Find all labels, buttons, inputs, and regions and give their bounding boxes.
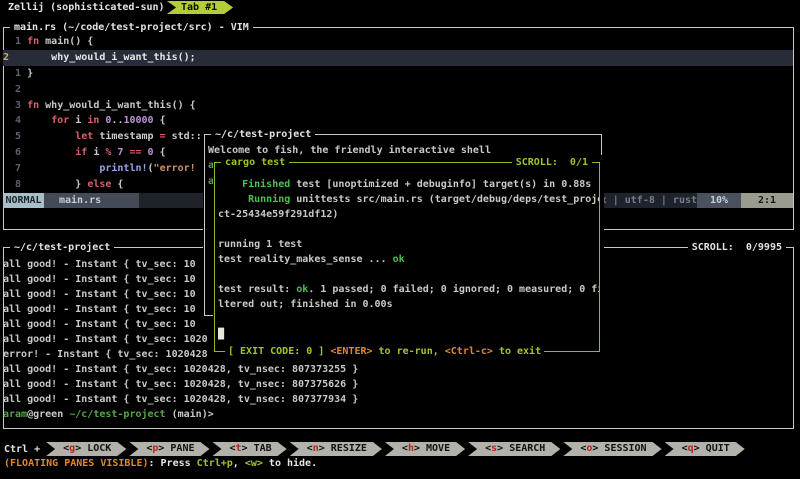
terminal-line: all good! - Instant { tv_sec: 1020428, t… (3, 377, 793, 392)
tab-1-label: Tab #1 (181, 2, 217, 13)
keybar-segment-move[interactable]: <h> MOVE (385, 442, 465, 456)
terminal-line: running 1 test (218, 237, 599, 252)
keybinding-bar: Ctrl + <g> LOCK<p> PANE <t> TAB<n> RESIZE… (0, 441, 800, 457)
terminal-line: Finished test [unoptimized + debuginfo] … (218, 177, 599, 192)
keybar-segment-session[interactable]: <o> SESSION (563, 442, 661, 456)
cargo-output: Finished test [unoptimized + debuginfo] … (218, 177, 599, 343)
pane-shell-title: ~/c/test-project (10, 241, 114, 254)
statusline-cursor-position: 2:1 (741, 193, 793, 208)
keybar-prefix: Ctrl + (0, 444, 46, 455)
keybar-segment-resize[interactable]: <n> RESIZE (290, 442, 382, 456)
terminal-line: all good! - Instant { tv_sec: 1020428, t… (3, 362, 793, 377)
zellij-top-bar: Zellij (sophisticated-sun) Tab #1 (0, 0, 800, 16)
floating-pane-fish-title: ~/c/test-project (211, 128, 315, 141)
statusline-filename: main.rs (44, 193, 139, 208)
terminal-line (218, 267, 599, 282)
terminal-line (218, 222, 599, 237)
keybar-segment-lock[interactable]: <g> LOCK (46, 442, 126, 456)
terminal-line: ct-25434e59f291df12) (218, 207, 599, 222)
terminal-line: 3 fn why_would_i_want_this() { (3, 98, 793, 114)
vim-mode-indicator: NORMAL (3, 193, 44, 208)
terminal-line: █ (218, 327, 599, 342)
cargo-pane-footer: [ EXIT CODE: 0 ] <ENTER> to re-run, <Ctr… (225, 344, 544, 359)
pane-editor-title: main.rs (~/code/test-project/src) - VIM (10, 21, 253, 34)
keybar-segment-quit[interactable]: <q> QUIT (665, 442, 745, 456)
terminal-line: Running unittests src/main.rs (target/de… (218, 192, 599, 207)
terminal-line: 2 why_would_i_want_this(); (3, 50, 793, 66)
keybar-segment-tab[interactable]: <t> TAB (213, 442, 287, 456)
keybar-segments: <g> LOCK<p> PANE <t> TAB<n> RESIZE<h> MOV… (46, 442, 748, 456)
session-name: Zellij (sophisticated-sun) (8, 0, 165, 15)
keybar-segment-pane[interactable]: <p> PANE (129, 442, 209, 456)
terminal-line: test reality_makes_sense ... ok (218, 252, 599, 267)
statusline-progress: 10% (697, 193, 741, 208)
tab-1[interactable]: Tab #1 (167, 1, 233, 14)
floating-pane-cargo-scroll-indicator: SCROLL: 0/1 (512, 156, 592, 169)
keybar-segment-search[interactable]: <s> SEARCH (468, 442, 560, 456)
zellij-screen: Zellij (sophisticated-sun) Tab #1 main.r… (0, 0, 800, 479)
terminal-line: (FLOATING PANES VISIBLE): Press Ctrl+p, … (4, 456, 800, 471)
terminal-line: [ EXIT CODE: 0 ] <ENTER> to re-run, <Ctr… (228, 344, 541, 359)
floating-panes-hint: (FLOATING PANES VISIBLE): Press Ctrl+p, … (4, 456, 800, 472)
terminal-line: ltered out; finished in 0.00s (218, 297, 599, 312)
floating-pane-cargo-title: cargo test (221, 156, 289, 169)
terminal-line: aram@green ~/c/test-project (main)> (3, 407, 793, 422)
terminal-line: 1 } (3, 66, 793, 82)
terminal-line (218, 312, 599, 327)
terminal-line: 2 (3, 82, 793, 98)
terminal-line: 1 fn main() { (3, 34, 793, 50)
floating-pane-cargo[interactable]: cargo test SCROLL: 0/1 Finished test [un… (213, 155, 602, 359)
terminal-line: test result: ok. 1 passed; 0 failed; 0 i… (218, 282, 599, 297)
terminal-line: all good! - Instant { tv_sec: 1020428, t… (3, 392, 793, 407)
pane-shell-scroll-indicator: SCROLL: 0/9995 (688, 241, 786, 254)
